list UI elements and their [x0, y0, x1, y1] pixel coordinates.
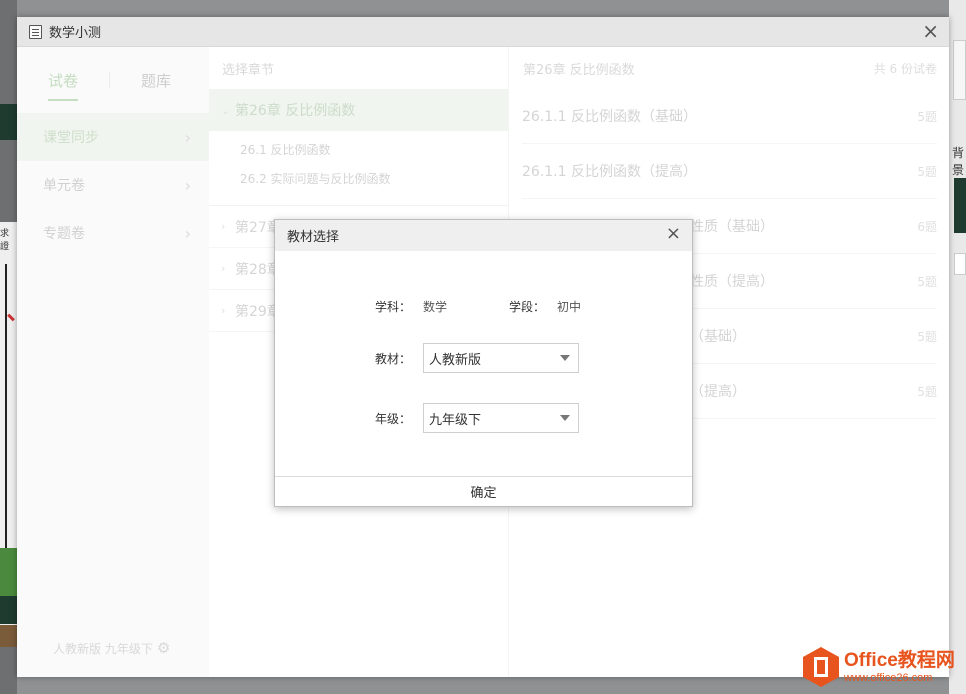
background-image	[954, 178, 966, 233]
background-green-block	[0, 548, 17, 596]
office-logo-icon	[803, 647, 839, 687]
subject-label: 学科：	[375, 300, 412, 314]
background-box	[953, 40, 966, 100]
background-left-label: 求證	[0, 229, 10, 252]
window-close-icon[interactable]: ×	[922, 21, 939, 41]
textbook-select-dialog: 教材选择 × 学科： 数学 学段： 初中 教材： 人教新版 年级： 九年级下 确…	[274, 219, 693, 507]
stage-label: 学段：	[509, 300, 546, 314]
window-title: 数学小测	[49, 26, 102, 41]
background-right-label: 背景	[952, 146, 965, 177]
background-right-panel: 背景	[949, 0, 966, 694]
title-bar: 数学小测 ×	[17, 17, 949, 47]
quiz-window: 数学小测 × 试卷 题库 课堂同步 › 单元卷 › 专题卷 › 人教新版 九年级…	[17, 17, 949, 677]
dropdown-arrow-icon	[560, 355, 570, 361]
background-left-panel: 求證	[0, 0, 17, 694]
textbook-select[interactable]: 人教新版	[423, 343, 579, 373]
grade-label: 年级：	[375, 411, 412, 426]
dropdown-arrow-icon	[560, 415, 570, 421]
textbook-row: 教材： 人教新版	[375, 343, 579, 373]
dialog-header: 教材选择 ×	[275, 220, 692, 251]
textbook-label: 教材：	[375, 351, 412, 366]
grade-row: 年级： 九年级下	[375, 403, 579, 433]
background-axis	[5, 264, 7, 554]
background-wood-block	[0, 625, 17, 647]
grade-selected-value: 九年级下	[429, 412, 482, 428]
background-dark-block	[0, 596, 17, 624]
confirm-button[interactable]: 确定	[275, 476, 692, 506]
textbook-selected-value: 人教新版	[429, 352, 482, 368]
subject-stage-row: 学科： 数学 学段： 初中	[375, 298, 643, 315]
dialog-title: 教材选择	[287, 230, 340, 245]
background-input	[954, 253, 966, 275]
dialog-close-icon[interactable]: ×	[666, 224, 681, 244]
watermark-url: www.office26.com	[844, 671, 933, 684]
watermark-text: Office教程网 www.office26.com	[844, 650, 955, 685]
grade-select[interactable]: 九年级下	[423, 403, 579, 433]
quiz-app-icon	[29, 24, 42, 39]
stage-value: 初中	[557, 300, 582, 314]
office26-watermark: Office教程网 www.office26.com	[803, 644, 963, 690]
watermark-brand: Office教程网	[844, 649, 955, 671]
dialog-body: 学科： 数学 学段： 初中 教材： 人教新版 年级： 九年级下	[275, 251, 692, 477]
subject-value: 数学	[423, 300, 448, 314]
background-strip	[0, 104, 17, 140]
